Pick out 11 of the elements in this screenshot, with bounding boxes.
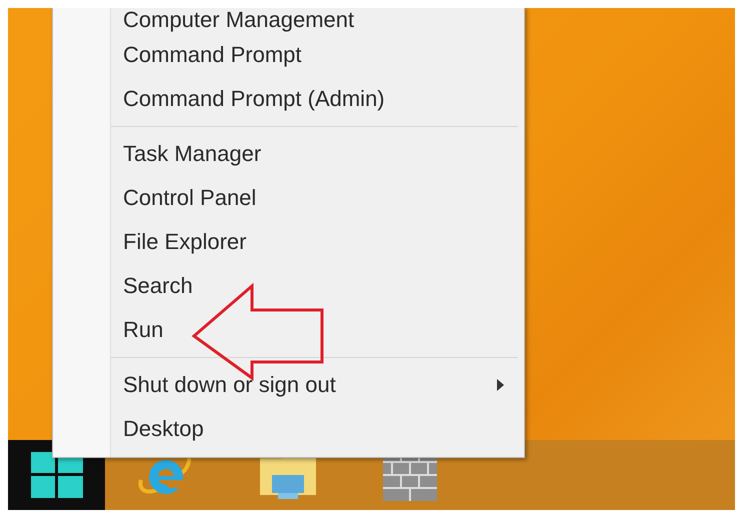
- menu-item[interactable]: Computer Management: [111, 8, 524, 33]
- menu-item[interactable]: Command Prompt (Admin): [111, 77, 524, 121]
- menu-item[interactable]: Task Manager: [111, 132, 524, 176]
- windows-logo-icon: [30, 452, 82, 498]
- menu-item[interactable]: File Explorer: [111, 220, 524, 264]
- menu-item[interactable]: Shut down or sign out: [111, 363, 524, 407]
- menu-item[interactable]: Control Panel: [111, 176, 524, 220]
- menu-item[interactable]: Run: [111, 308, 524, 352]
- menu-item[interactable]: Command Prompt: [111, 33, 524, 77]
- menu-item[interactable]: Desktop: [111, 407, 524, 451]
- menu-item[interactable]: Search: [111, 264, 524, 308]
